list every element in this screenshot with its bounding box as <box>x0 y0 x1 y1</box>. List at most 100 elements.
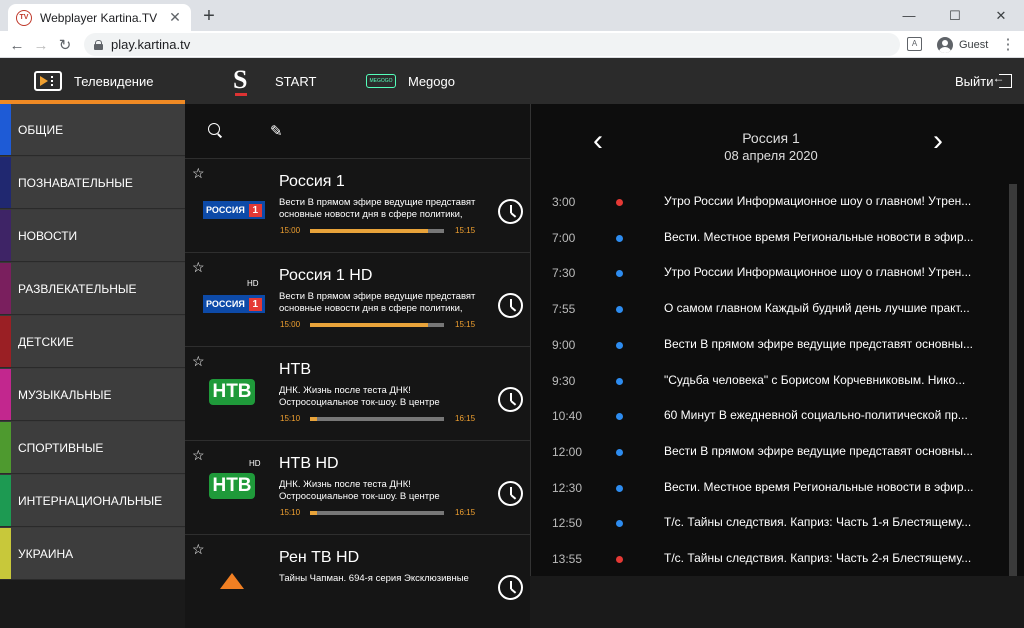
epg-program-row[interactable]: 12:50 Т/с. Тайны следствия. Каприз: Часть… <box>531 505 1001 541</box>
search-icon[interactable] <box>208 123 220 135</box>
epg-program-title: Вести В прямом эфире ведущие представят … <box>664 443 973 458</box>
program-start-time: 15:10 <box>280 508 301 517</box>
url-text: play.kartina.tv <box>111 37 191 52</box>
category-item[interactable]: ОБЩИЕ <box>0 104 185 156</box>
epg-program-row[interactable]: 9:30 "Судьба человека" с Борисом Корчевни… <box>531 363 1001 399</box>
url-field[interactable]: play.kartina.tv <box>84 33 900 56</box>
category-item[interactable]: ПОЗНАВАТЕЛЬНЫЕ <box>0 157 185 209</box>
favorite-star-icon[interactable]: ☆ <box>192 259 205 276</box>
epg-program-row[interactable]: 7:30 Утро России Информационное шоу о гла… <box>531 255 1001 291</box>
category-label: УКРАИНА <box>18 546 74 561</box>
profile-label: Guest <box>959 38 989 51</box>
category-color-bar <box>0 104 11 155</box>
epg-date: 08 апреля 2020 <box>724 148 818 163</box>
program-progress-fill <box>310 323 428 327</box>
maximize-button[interactable]: ☐ <box>932 0 978 31</box>
favorite-star-icon[interactable]: ☆ <box>192 353 205 370</box>
epg-program-time: 10:40 <box>552 409 583 424</box>
browser-menu-icon[interactable]: ⋮ <box>1000 35 1016 55</box>
exit-button[interactable]: Выйти <box>955 58 1012 104</box>
archive-clock-icon[interactable] <box>498 481 523 506</box>
category-item[interactable]: НОВОСТИ <box>0 210 185 262</box>
epg-program-row[interactable]: 12:30 Вести. Местное время Региональные н… <box>531 470 1001 506</box>
channel-row[interactable]: ☆ НТВ HD НТВ HD ДНК. Жизнь после теста ДНК! … <box>185 440 530 534</box>
channel-row[interactable]: ☆ РОССИЯ 1 HD Россия 1 HD Вести В прямом эфир… <box>185 252 530 346</box>
program-start-time: 15:10 <box>280 414 301 423</box>
category-label: НОВОСТИ <box>18 228 78 243</box>
channel-program-desc: Вести В прямом эфире ведущие представят … <box>279 197 476 220</box>
archive-clock-icon[interactable] <box>498 293 523 318</box>
logo-number: 1 <box>248 203 262 217</box>
nav-start[interactable]: S START <box>233 58 316 104</box>
prev-channel-chevron-icon[interactable]: ‹ <box>593 126 603 156</box>
program-end-time: 15:15 <box>455 320 476 329</box>
category-label: ПОЗНАВАТЕЛЬНЫЕ <box>18 175 133 190</box>
favorite-star-icon[interactable]: ☆ <box>192 447 205 464</box>
logout-icon <box>993 71 1012 88</box>
epg-program-row[interactable]: 12:00 Вести В прямом эфире ведущие предст… <box>531 434 1001 470</box>
epg-status-dot <box>616 377 623 385</box>
new-tab-button[interactable]: + <box>199 6 219 26</box>
back-arrow-icon[interactable]: ← <box>6 34 28 56</box>
epg-program-row[interactable]: 7:00 Вести. Местное время Региональные но… <box>531 220 1001 256</box>
translate-icon[interactable]: A <box>907 37 922 51</box>
epg-program-title: Т/с. Тайны следствия. Каприз: Часть 2-я … <box>664 551 972 565</box>
channel-program-desc: ДНК. Жизнь после теста ДНК! Остросоциаль… <box>279 479 440 502</box>
next-channel-chevron-icon[interactable]: › <box>933 126 943 156</box>
epg-program-row[interactable]: 10:40 60 Минут В ежедневной социально-пол… <box>531 398 1001 434</box>
channel-name: НТВ HD <box>279 455 339 472</box>
reload-icon[interactable]: ↻ <box>54 34 76 56</box>
epg-program-time: 12:30 <box>552 480 583 495</box>
epg-program-time: 9:30 <box>552 373 576 388</box>
channel-row[interactable]: ☆ Рен ТВ HD Тайны Чапман. 694-я серия Экск… <box>185 534 530 628</box>
logo-text: НТВ <box>209 473 255 499</box>
category-color-bar <box>0 369 11 420</box>
archive-clock-icon[interactable] <box>498 199 523 224</box>
epg-panel: ‹ Россия 1 08 апреля 2020 › 3:00 Утро Рос… <box>530 104 1024 576</box>
program-progress-bar <box>310 229 444 233</box>
category-item[interactable]: СПОРТИВНЫЕ <box>0 422 185 474</box>
epg-program-row[interactable]: 3:00 Утро России Информационное шоу о гла… <box>531 184 1001 220</box>
epg-program-time: 13:55 <box>552 552 583 566</box>
archive-clock-icon[interactable] <box>498 387 523 412</box>
category-color-bar <box>0 263 11 314</box>
nav-megogo-label: Megogo <box>408 73 455 89</box>
category-item[interactable]: ДЕТСКИЕ <box>0 316 185 368</box>
epg-program-row[interactable]: 9:00 Вести В прямом эфире ведущие предста… <box>531 327 1001 363</box>
nav-tv[interactable]: Телевидение <box>34 58 153 104</box>
browser-tab[interactable]: TV Webplayer Kartina.TV ✕ <box>8 4 191 31</box>
epg-status-dot <box>616 270 623 278</box>
epg-status-dot <box>616 484 623 492</box>
minimize-button[interactable]: — <box>886 0 932 31</box>
category-item[interactable]: УКРАИНА <box>0 528 185 580</box>
channel-name: Рен ТВ HD <box>279 549 360 566</box>
epg-channel-name: Россия 1 <box>742 130 800 146</box>
edit-pencil-icon[interactable]: ✎ <box>270 122 283 140</box>
nav-megogo[interactable]: MEGOGO Megogo <box>366 58 455 104</box>
logo-text: РОССИЯ <box>206 299 245 309</box>
profile-button[interactable]: Guest <box>933 34 995 55</box>
lock-icon <box>94 39 103 50</box>
favorite-star-icon[interactable]: ☆ <box>192 541 205 558</box>
epg-program-row[interactable]: 7:55 О самом главном Каждый будний день л… <box>531 291 1001 327</box>
category-label: ДЕТСКИЕ <box>18 334 74 349</box>
category-item[interactable]: РАЗВЛЕКАТЕЛЬНЫЕ <box>0 263 185 315</box>
favorite-star-icon[interactable]: ☆ <box>192 165 205 182</box>
epg-program-row[interactable]: 13:55 Т/с. Тайны следствия. Каприз: Часть… <box>531 541 1001 577</box>
category-item[interactable]: МУЗЫКАЛЬНЫЕ <box>0 369 185 421</box>
epg-program-time: 9:00 <box>552 337 576 352</box>
epg-status-dot <box>616 306 623 314</box>
category-item[interactable]: ИНТЕРНАЦИОНАЛЬНЫЕ <box>0 475 185 527</box>
ntv-logo-icon: НТВ <box>209 469 255 503</box>
archive-clock-icon[interactable] <box>498 575 523 600</box>
tab-close-icon[interactable]: ✕ <box>167 9 183 26</box>
channel-row[interactable]: ☆ РОССИЯ 1 Россия 1 Вести В прямом эфире вед… <box>185 158 530 252</box>
epg-scrollbar[interactable] <box>1009 184 1017 576</box>
channel-name: Россия 1 HD <box>279 267 373 284</box>
forward-arrow-icon[interactable]: → <box>30 34 52 56</box>
channel-row[interactable]: ☆ НТВ НТВ ДНК. Жизнь после теста ДНК! Остро… <box>185 346 530 440</box>
channel-program-desc: Тайны Чапман. 694-я серия Эксклюзивные <box>279 573 469 584</box>
nav-tv-label: Телевидение <box>74 73 154 89</box>
window-close-button[interactable]: ✕ <box>978 0 1024 31</box>
channel-name: НТВ <box>279 361 311 378</box>
